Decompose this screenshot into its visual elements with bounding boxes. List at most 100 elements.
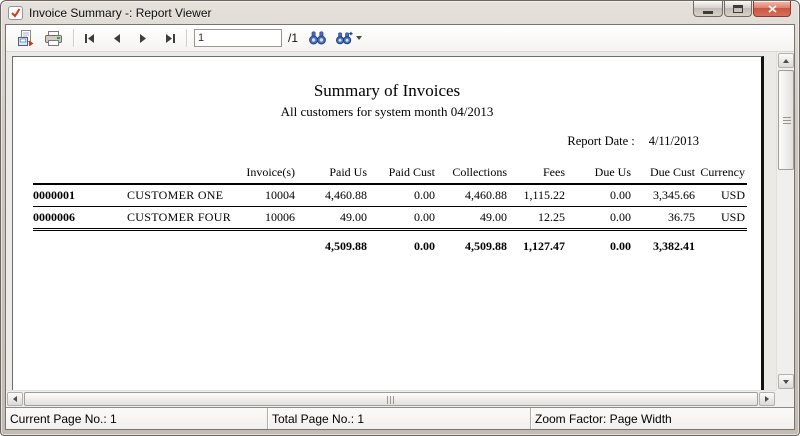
horizontal-scrollbar[interactable] xyxy=(6,390,776,407)
fees-value: 12.25 xyxy=(509,207,567,230)
customer-name: CUSTOMER ONE xyxy=(125,184,225,207)
thumb-grip-icon xyxy=(387,396,395,404)
total-due-us: 0.00 xyxy=(567,230,633,258)
collections-value: 49.00 xyxy=(437,207,509,230)
maximize-icon xyxy=(733,5,743,13)
due-us-value: 0.00 xyxy=(567,207,633,230)
currency-value: USD xyxy=(697,207,747,230)
maximize-button[interactable] xyxy=(724,1,752,17)
totals-empty xyxy=(33,230,125,258)
toolbar-separator xyxy=(186,29,187,47)
report-subtitle: All customers for system month 04/2013 xyxy=(13,104,761,120)
report-date-value: 4/11/2013 xyxy=(649,134,699,148)
account-number: 0000006 xyxy=(33,207,125,230)
first-page-button[interactable] xyxy=(79,27,100,49)
toolbar-separator xyxy=(73,29,74,47)
total-paid-us: 4,509.88 xyxy=(297,230,369,258)
column-header-account xyxy=(33,165,125,184)
fees-value: 1,115.22 xyxy=(509,184,567,207)
find-button[interactable] xyxy=(304,27,331,49)
report-date-row: Report Date : 4/11/2013 xyxy=(13,134,761,149)
statusbar-zoom-factor: Zoom Factor: Page Width xyxy=(531,408,794,429)
scroll-up-button[interactable] xyxy=(778,53,794,68)
vertical-scrollbar-thumb[interactable] xyxy=(778,70,794,170)
table-row: 0000006 CUSTOMER FOUR 10006 49.00 0.00 4… xyxy=(33,207,747,230)
statusbar-current-page: Current Page No.: 1 xyxy=(6,408,268,429)
customer-name: CUSTOMER FOUR xyxy=(125,207,225,230)
report-viewport: Summary of Invoices All customers for sy… xyxy=(6,52,794,407)
account-number: 0000001 xyxy=(33,184,125,207)
toolbar: /1 xyxy=(6,25,794,52)
due-us-value: 0.00 xyxy=(567,184,633,207)
find-icon xyxy=(309,31,326,45)
invoice-summary-table: Invoice(s) Paid Us Paid Cust Collections… xyxy=(33,165,747,257)
totals-empty xyxy=(697,230,747,258)
export-button[interactable] xyxy=(12,27,39,49)
total-collections: 4,509.88 xyxy=(437,230,509,258)
zoom-dropdown-caret-icon xyxy=(356,36,362,40)
invoices-value: 10004 xyxy=(225,184,297,207)
due-cust-value: 3,345.66 xyxy=(633,184,697,207)
column-header-paid-us: Paid Us xyxy=(297,165,369,184)
paid-us-value: 49.00 xyxy=(297,207,369,230)
totals-empty xyxy=(125,230,225,258)
window-controls xyxy=(692,1,791,17)
total-pages-label: /1 xyxy=(288,31,298,45)
column-header-currency: Currency xyxy=(697,165,747,184)
client-area: /1 xyxy=(5,24,795,430)
export-icon xyxy=(17,30,34,46)
close-button[interactable] xyxy=(753,1,791,17)
column-header-paid-cust: Paid Cust xyxy=(369,165,437,184)
arrow-down-icon xyxy=(783,380,789,384)
horizontal-scrollbar-thumb[interactable] xyxy=(24,392,758,406)
arrow-left-icon xyxy=(13,396,17,402)
column-header-fees: Fees xyxy=(509,165,567,184)
total-fees: 1,127.47 xyxy=(509,230,567,258)
print-button[interactable] xyxy=(39,27,68,49)
totals-row: 4,509.88 0.00 4,509.88 1,127.47 0.00 3,3… xyxy=(33,230,747,258)
app-icon xyxy=(8,6,23,20)
scrollbar-corner xyxy=(776,390,794,407)
next-page-button[interactable] xyxy=(134,27,152,49)
arrow-up-icon xyxy=(783,59,789,63)
paid-us-value: 4,460.88 xyxy=(297,184,369,207)
last-page-icon xyxy=(165,34,176,43)
page-number-input[interactable] xyxy=(194,29,282,47)
zoom-button[interactable] xyxy=(331,27,367,49)
minimize-icon xyxy=(703,11,713,14)
report-page: Summary of Invoices All customers for sy… xyxy=(12,56,764,390)
last-page-button[interactable] xyxy=(160,27,181,49)
current-page-text: Current Page No.: 1 xyxy=(10,412,117,426)
close-icon xyxy=(768,5,777,13)
collections-value: 4,460.88 xyxy=(437,184,509,207)
previous-page-icon xyxy=(113,34,121,43)
column-header-invoices: Invoice(s) xyxy=(225,165,297,184)
zoom-icon xyxy=(336,31,353,45)
currency-value: USD xyxy=(697,184,747,207)
vertical-scrollbar[interactable] xyxy=(776,52,794,390)
window-title: Invoice Summary -: Report Viewer xyxy=(29,6,212,20)
zoom-factor-text: Zoom Factor: Page Width xyxy=(535,412,672,426)
scroll-left-button[interactable] xyxy=(7,392,23,406)
table-header-row: Invoice(s) Paid Us Paid Cust Collections… xyxy=(33,165,747,184)
column-header-due-cust: Due Cust xyxy=(633,165,697,184)
titlebar: Invoice Summary -: Report Viewer xyxy=(1,1,799,23)
scroll-down-button[interactable] xyxy=(778,374,794,389)
thumb-grip-icon xyxy=(783,117,791,125)
total-paid-cust: 0.00 xyxy=(369,230,437,258)
report-title: Summary of Invoices xyxy=(13,81,761,101)
previous-page-button[interactable] xyxy=(108,27,126,49)
paid-cust-value: 0.00 xyxy=(369,207,437,230)
invoices-value: 10006 xyxy=(225,207,297,230)
report-content: Summary of Invoices All customers for sy… xyxy=(13,81,761,257)
table-row: 0000001 CUSTOMER ONE 10004 4,460.88 0.00… xyxy=(33,184,747,207)
print-icon xyxy=(44,31,63,46)
minimize-button[interactable] xyxy=(693,1,723,17)
scroll-right-button[interactable] xyxy=(759,392,775,406)
report-date-label: Report Date : xyxy=(567,134,634,148)
statusbar-total-page: Total Page No.: 1 xyxy=(268,408,531,429)
column-header-collections: Collections xyxy=(437,165,509,184)
column-header-customer xyxy=(125,165,225,184)
statusbar: Current Page No.: 1 Total Page No.: 1 Zo… xyxy=(6,407,794,429)
report-viewer-window: Invoice Summary -: Report Viewer xyxy=(0,0,800,436)
